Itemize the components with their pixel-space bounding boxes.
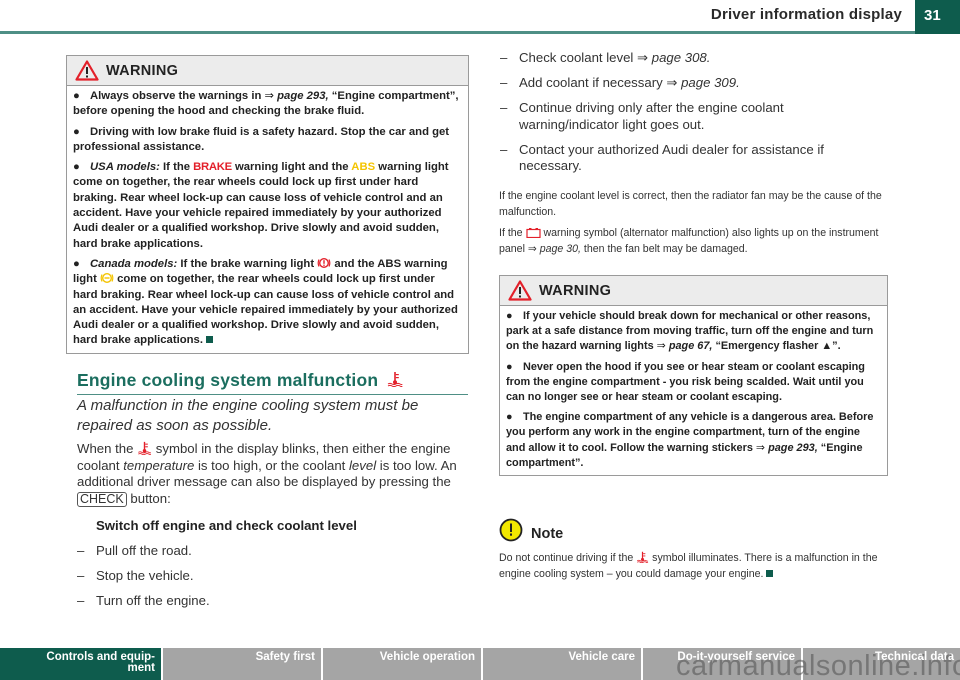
procedure-steps-continued: Check coolant level ⇒ page 308. Add cool…	[500, 50, 880, 183]
list-item: Pull off the road.	[77, 543, 467, 560]
section-paragraph: When the symbol in the display blinks, t…	[77, 441, 457, 507]
list-item: Stop the vehicle.	[77, 568, 467, 585]
abs-warning-icon	[100, 273, 114, 284]
page-ref-link[interactable]: page 293,	[277, 90, 329, 102]
end-of-section-marker	[205, 336, 213, 344]
warning-heading: WARNING	[539, 282, 612, 299]
tab-safety-first[interactable]: Safety first	[161, 648, 321, 680]
procedure-steps: Pull off the road. Stop the vehicle. Tur…	[77, 543, 467, 618]
section-lead: A malfunction in the engine cooling syst…	[77, 397, 419, 434]
warning-header: WARNING	[500, 276, 887, 306]
bullet: ●	[73, 257, 80, 270]
warning-body: ● Always observe the warnings in ⇒ page 2…	[67, 86, 468, 353]
note-text: Do not continue driving if the symbol il…	[499, 551, 878, 580]
warning-item: ● Always observe the warnings in ⇒ page 2…	[73, 90, 459, 118]
check-button-key: CHECK	[77, 491, 127, 507]
coolant-temperature-icon	[637, 551, 649, 563]
tab-vehicle-care[interactable]: Vehicle care	[481, 648, 641, 680]
warning-header: WARNING	[67, 56, 468, 86]
warning-box-breakdown: WARNING ● If your vehicle should break do…	[499, 275, 888, 477]
bullet: ●	[506, 360, 513, 373]
list-item: Turn off the engine.	[77, 593, 467, 610]
cross-ref-arrow: ⇒	[637, 50, 652, 65]
page-ref-link[interactable]: page 309.	[681, 75, 740, 90]
section-heading: Engine cooling system malfunction	[77, 370, 468, 395]
battery-alternator-icon	[525, 228, 541, 238]
chapter-title: Driver information display	[710, 6, 902, 23]
cross-ref-arrow: ⇒	[666, 75, 682, 90]
watermark: carmanualsonline.info	[676, 650, 960, 680]
warning-item: ● If your vehicle should break down for m…	[506, 310, 874, 353]
note-exclamation-icon	[499, 518, 523, 542]
list-item: Check coolant level ⇒ page 308.	[500, 50, 880, 67]
bullet: ●	[73, 90, 80, 102]
coolant-temperature-icon	[388, 372, 403, 387]
bullet: ●	[506, 411, 513, 424]
tab-vehicle-operation[interactable]: Vehicle operation	[321, 648, 481, 680]
end-of-section-marker	[766, 569, 774, 577]
warning-item: ● Canada models: If the brake warning lig…	[73, 257, 458, 347]
abs-indicator-label: ABS	[351, 161, 376, 174]
warning-triangle-icon	[75, 60, 99, 81]
note-heading: Note	[531, 526, 564, 542]
page-ref-link[interactable]: page 293,	[768, 442, 818, 454]
note-header: Note	[499, 518, 563, 542]
bullet: ●	[506, 310, 513, 322]
cross-ref-arrow: ⇒	[656, 340, 669, 353]
page-ref-link[interactable]: page 67,	[669, 340, 713, 352]
list-item: Contact your authorized Audi dealer for …	[500, 142, 880, 175]
warning-triangle-icon	[508, 280, 532, 301]
bullet: ●	[73, 125, 80, 138]
tab-controls-and-equipment[interactable]: Controls and equip- ment	[0, 648, 161, 680]
coolant-temperature-icon	[138, 441, 152, 455]
page-ref-link[interactable]: page 308.	[652, 50, 711, 65]
list-item: Continue driving only after the engine c…	[500, 100, 880, 133]
header-rule	[0, 31, 960, 34]
warning-box-brake: WARNING ● Always observe the warnings in …	[66, 55, 469, 354]
hazard-triangle-icon: ▲	[821, 340, 833, 353]
warning-item: ● Driving with low brake fluid is a safet…	[73, 125, 450, 153]
warning-item: ● The engine compartment of any vehicle i…	[506, 411, 874, 469]
brake-warning-icon	[317, 257, 331, 268]
warning-item: ● USA models: If the BRAKE warning light …	[73, 161, 449, 250]
fan-paragraph: If the engine coolant level is correct, …	[499, 190, 882, 218]
warning-heading: WARNING	[106, 62, 179, 79]
cross-ref-arrow: ⇒	[527, 242, 540, 255]
cross-ref-arrow: ⇒	[264, 90, 278, 102]
page-number: 31	[915, 0, 960, 34]
list-item: Add coolant if necessary ⇒ page 309.	[500, 75, 880, 92]
page-ref-link[interactable]: page 30,	[540, 243, 581, 255]
alternator-paragraph: If the warning symbol (alternator malfun…	[499, 227, 879, 255]
bullet: ●	[73, 161, 80, 174]
warning-item: ● Never open the hood if you see or hear …	[506, 360, 865, 404]
procedure-heading: Switch off engine and check coolant leve…	[96, 518, 357, 533]
warning-body: ● If your vehicle should break down for m…	[500, 306, 887, 475]
cross-ref-arrow: ⇒	[755, 441, 769, 454]
brake-indicator-label: BRAKE	[193, 161, 232, 174]
